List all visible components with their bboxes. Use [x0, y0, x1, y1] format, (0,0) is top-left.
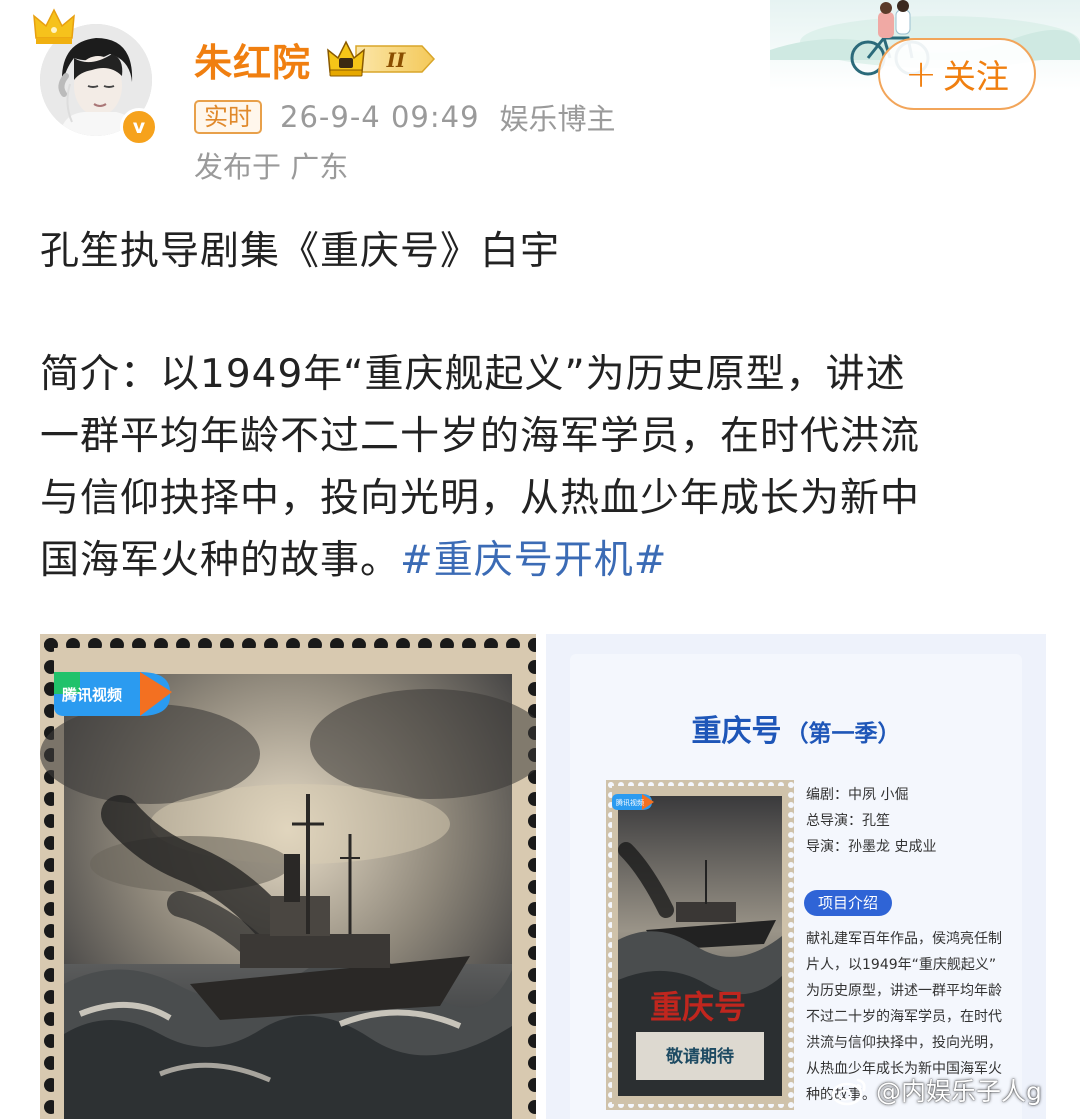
project-line: 为历史原型，讲述一群平均年龄 [806, 983, 1002, 999]
tencent-video-logo-text: 腾讯视频 [61, 686, 122, 704]
level-badge[interactable]: II [326, 38, 438, 80]
project-intro-tag: 项目介绍 [804, 890, 893, 916]
card-title-season: （第一季） [785, 720, 901, 747]
level-badge-text: II [386, 48, 406, 72]
verified-v-icon: v [120, 108, 158, 146]
project-line: 献礼建军百年作品，侯鸿亮任制 [806, 931, 1002, 947]
author-role: 娱乐博主 [499, 102, 616, 136]
username[interactable]: 朱红院 [194, 32, 311, 87]
follow-button[interactable]: + 关注 [878, 38, 1036, 110]
follow-button-label: 关注 [942, 57, 1009, 96]
post-description: 简介：以1949年“重庆舰起义”为历史原型，讲述 一群平均年龄不过二十岁的海军学… [40, 344, 1040, 592]
post-image-info-card[interactable]: 重庆号 （第一季） 重庆号 敬请期待 腾讯视频 编剧：中夙 小倔 总导演：孔笙 … [546, 634, 1046, 1119]
mini-poster-logo-text: 腾讯视频 [616, 798, 644, 807]
mini-poster: 重庆号 敬请期待 腾讯视频 [606, 780, 794, 1110]
tencent-video-logo: 腾讯视频 [54, 672, 172, 716]
hashtag-link[interactable]: #重庆号开机# [400, 538, 667, 583]
avatar-wrapper[interactable]: v [33, 8, 158, 146]
project-line: 洪流与信仰抉择中，投向光明， [806, 1035, 1002, 1051]
card-title-main: 重庆号 [691, 714, 782, 749]
post-meta: 实时 26-9-4 09:49 娱乐博主 [194, 96, 616, 138]
crown-icon [32, 8, 76, 48]
post-timestamp: 26-9-4 09:49 [280, 100, 480, 134]
credit-line: 导演：孙墨龙 史成业 [806, 839, 937, 855]
post-title: 孔笙执导剧集《重庆号》白宇 [40, 229, 561, 274]
weibo-logo-icon [831, 1078, 866, 1106]
mini-poster-slogan: 敬请期待 [665, 1046, 734, 1067]
post-desc-line-last: 国海军火种的故事。#重庆号开机# [40, 530, 1040, 592]
watermark: @内娱乐子人g [830, 1070, 1042, 1110]
post-desc-line: 简介：以1949年“重庆舰起义”为历史原型，讲述 [40, 352, 906, 397]
post-image-stamp-poster[interactable]: 腾讯视频 [40, 634, 536, 1119]
card-title: 重庆号 （第一季） [570, 706, 1022, 750]
project-line: 片人，以1949年“重庆舰起义” [806, 957, 997, 973]
post-desc-line: 与信仰抉择中，投向光明，从热血少年成长为新中 [40, 476, 921, 521]
post-desc-line: 国海军火种的故事。 [40, 538, 401, 583]
realtime-tag: 实时 [194, 100, 262, 134]
credit-line: 总导演：孔笙 [806, 813, 890, 829]
plus-icon: + [905, 52, 937, 96]
mini-poster-title: 重庆号 [650, 988, 746, 1026]
credits-list: 编剧：中夙 小倔 总导演：孔笙 导演：孙墨龙 史成业 [806, 782, 936, 860]
post-desc-line: 一群平均年龄不过二十岁的海军学员，在时代洪流 [40, 414, 921, 459]
info-card-panel: 重庆号 （第一季） 重庆号 敬请期待 腾讯视频 编剧：中夙 小倔 总导演：孔笙 … [570, 654, 1022, 1119]
credit-line: 编剧：中夙 小倔 [806, 787, 909, 803]
project-line: 不过二十岁的海军学员，在时代 [806, 1009, 1002, 1025]
watermark-text: @内娱乐子人g [876, 1077, 1042, 1106]
post-location: 发布于 广东 [194, 150, 349, 184]
